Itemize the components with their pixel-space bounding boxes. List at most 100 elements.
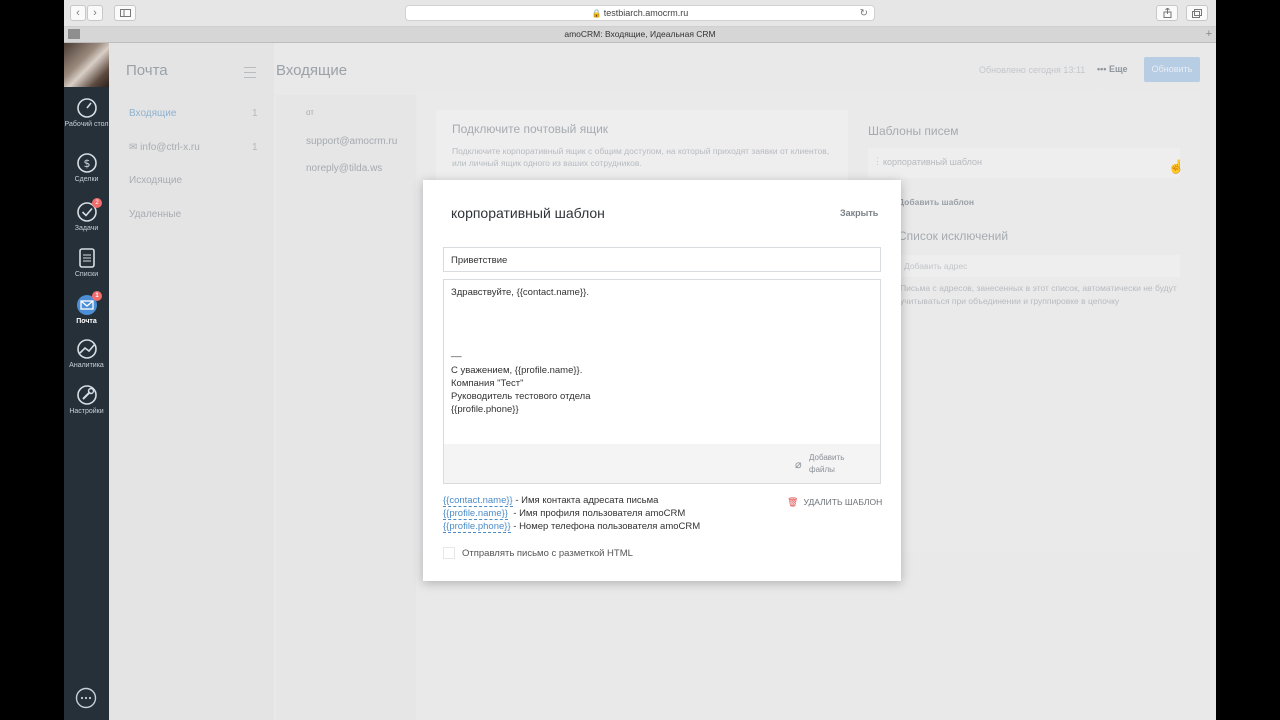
folder-info-count: 1: [252, 142, 258, 153]
nav-analytics-label: Аналитика: [69, 362, 104, 369]
attach-bar: ⌀ Добавить файлы: [444, 444, 880, 483]
drag-handle-icon[interactable]: ⋮: [873, 156, 882, 167]
chevron-left-icon: ‹: [76, 7, 80, 19]
exclusions-desc: Письма с адресов, занесенных в этот спис…: [900, 283, 1177, 306]
forward-button[interactable]: ›: [87, 5, 103, 21]
subject-value: Приветствие: [451, 255, 508, 266]
envelope-icon: ✉: [129, 142, 141, 153]
exclusions-title: Список исключений: [898, 229, 1009, 243]
nav-tasks-label: Задачи: [74, 225, 99, 232]
settings-icon: [76, 385, 97, 405]
mail-title: Почта: [126, 62, 168, 79]
list-item[interactable]: noreply@tilda.ws: [306, 163, 382, 174]
nav-analytics[interactable]: Аналитика: [64, 338, 109, 370]
connect-title: Подключите почтовый ящик: [452, 122, 609, 136]
left-nav: Рабочий стол $ Сделки 2 Задачи Списки 1 …: [64, 43, 109, 720]
sidebar-icon: [119, 9, 131, 17]
body-line: С уважением, {{profile.name}}.: [451, 365, 583, 376]
folder-outbox-label: Исходящие: [129, 175, 183, 186]
attach-files-button[interactable]: Добавить файлы: [809, 452, 859, 476]
body-line: Здравствуйте, {{contact.name}}.: [451, 287, 589, 298]
html-checkbox-label[interactable]: Отправлять письмо с разметкой HTML: [462, 548, 633, 559]
nav-dashboard[interactable]: Рабочий стол: [64, 97, 109, 129]
update-button[interactable]: Обновить: [1144, 57, 1200, 82]
variable-row: {{contact.name}} - Имя контакта адресата…: [443, 495, 659, 507]
more-dots-icon: •••: [1097, 64, 1109, 74]
templates-title: Шаблоны писем: [868, 124, 959, 138]
svg-text:$: $: [83, 157, 90, 170]
nav-mail[interactable]: 1 Почта: [64, 291, 109, 326]
variable-contact-name[interactable]: {{contact.name}}: [443, 495, 513, 507]
tasks-badge: 2: [92, 198, 102, 208]
menu-icon[interactable]: [244, 67, 256, 78]
inbox-title: Входящие: [276, 62, 348, 79]
new-tab-icon[interactable]: +: [1206, 27, 1212, 42]
chat-icon[interactable]: [75, 687, 97, 709]
dashboard-icon: [76, 98, 97, 118]
variable-profile-name[interactable]: {{profile.name}}: [443, 508, 508, 520]
address-bar[interactable]: 🔒 testbiarch.amocrm.ru ↻: [405, 5, 875, 21]
nav-deals[interactable]: $ Сделки: [64, 152, 109, 184]
variable-desc: - Имя контакта адресата письма: [512, 495, 659, 506]
tab-bar: amoCRM: Входящие, Идеальная CRM +: [64, 27, 1216, 43]
body-textarea[interactable]: Здравствуйте, {{contact.name}}. __ С ува…: [443, 279, 881, 484]
back-button[interactable]: ‹: [70, 5, 86, 21]
variable-desc: - Имя профиля пользователя amoCRM: [507, 508, 686, 519]
variable-row: {{profile.phone}} - Номер телефона польз…: [443, 521, 701, 533]
template-item[interactable]: ⋮ корпоративный шаблон: [868, 148, 1180, 178]
updated-status: Обновлено сегодня 13:11: [979, 65, 1086, 75]
body-line: __: [451, 347, 462, 358]
body-line: Руководитель тестового отдела: [451, 391, 591, 402]
body-line: Компания "Тест": [451, 378, 524, 389]
hand-cursor-icon: ☝: [1168, 159, 1185, 174]
html-checkbox[interactable]: [443, 547, 455, 559]
close-button[interactable]: Закрыть: [840, 208, 878, 218]
share-icon: [1163, 8, 1171, 18]
template-item-label: корпоративный шаблон: [883, 157, 982, 167]
subject-input[interactable]: Приветствие: [443, 247, 881, 272]
trash-icon: 🗑: [787, 497, 799, 507]
variable-profile-phone[interactable]: {{profile.phone}}: [443, 521, 511, 533]
nav-tasks[interactable]: 2 Задачи: [64, 198, 109, 233]
share-button[interactable]: [1156, 5, 1178, 21]
tabs-icon: [1192, 8, 1202, 18]
exclusions-placeholder: Добавить адрес: [904, 261, 968, 271]
connect-mailbox-box: Подключите почтовый ящик Подключите корп…: [436, 110, 848, 180]
list-item[interactable]: support@amocrm.ru: [306, 136, 397, 147]
nav-settings[interactable]: Настройки: [64, 384, 109, 416]
delete-template-button[interactable]: 🗑 УДАЛИТЬ ШАБЛОН: [787, 497, 882, 508]
folder-outbox[interactable]: Исходящие: [129, 175, 182, 186]
nav-deals-label: Сделки: [74, 176, 99, 183]
analytics-icon: [76, 339, 97, 359]
mail-sidebar: Почта Входящие 1 ✉ info@ctrl-x.ru 1 Исходя…: [109, 43, 274, 720]
user-avatar[interactable]: [64, 43, 109, 87]
mail-badge: 1: [92, 291, 102, 301]
browser-toolbar: ‹ › 🔒 testbiarch.amocrm.ru ↻: [64, 0, 1216, 27]
screen: ‹ › 🔒 testbiarch.amocrm.ru ↻ amoCRM: Вход…: [64, 0, 1216, 720]
connect-desc: Подключите корпоративный ящик с общим до…: [452, 146, 830, 168]
folder-deleted-label: Удаленные: [129, 209, 182, 220]
tab-title[interactable]: amoCRM: Входящие, Идеальная CRM: [564, 29, 715, 39]
folder-deleted[interactable]: Удаленные: [129, 209, 181, 220]
exclusions-input[interactable]: Добавить адрес: [898, 255, 1180, 277]
folder-info[interactable]: ✉ info@ctrl-x.ru 1: [129, 142, 258, 153]
modal-title: корпоративный шаблон: [451, 205, 605, 221]
folder-inbox[interactable]: Входящие 1: [129, 108, 258, 119]
add-template-link[interactable]: Добавить шаблон: [898, 197, 974, 207]
nav-lists[interactable]: Списки: [64, 247, 109, 279]
variable-desc: - Номер телефона пользователя amoCRM: [510, 521, 701, 532]
folder-inbox-count: 1: [252, 108, 258, 119]
list-icon: [78, 248, 95, 268]
chevron-right-icon: ›: [93, 7, 97, 19]
paperclip-icon[interactable]: ⌀: [795, 458, 802, 471]
sidebar-toggle-button[interactable]: [114, 5, 136, 21]
variable-row: {{profile.name}} - Имя профиля пользоват…: [443, 508, 686, 520]
folder-info-label: info@ctrl-x.ru: [140, 142, 200, 153]
address-url: testbiarch.amocrm.ru: [603, 8, 689, 18]
reload-icon[interactable]: ↻: [860, 7, 868, 21]
body-line: {{profile.phone}}: [451, 404, 519, 415]
more-button[interactable]: ••• Еще: [1097, 64, 1128, 74]
delete-template-label: УДАЛИТЬ ШАБЛОН: [803, 497, 883, 507]
nav-dashboard-label: Рабочий стол: [64, 121, 109, 128]
tabs-button[interactable]: [1186, 5, 1208, 21]
